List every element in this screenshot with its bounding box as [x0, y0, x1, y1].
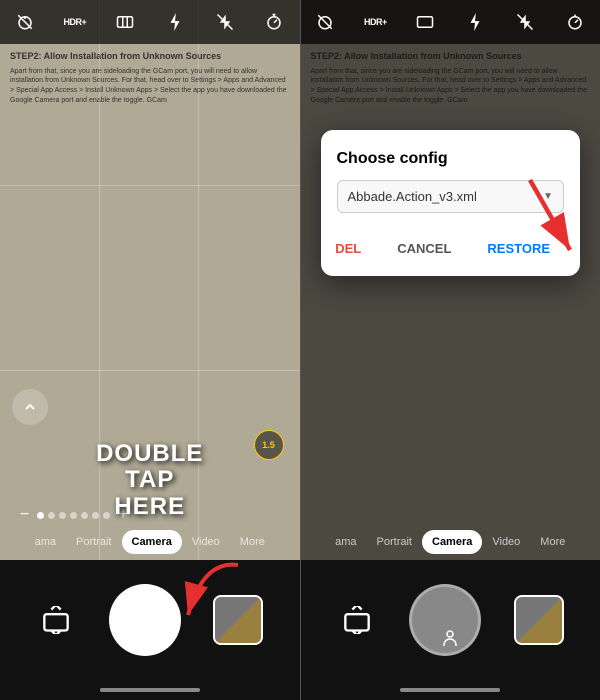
slider-dot — [37, 512, 44, 519]
paper-heading-left: STEP2: Allow Installation from Unknown S… — [10, 50, 290, 63]
tab-portrait-left[interactable]: Portrait — [66, 530, 121, 554]
shutter-button[interactable] — [109, 584, 181, 656]
tab-video-right[interactable]: Video — [482, 530, 530, 554]
slider-dot — [59, 512, 66, 519]
chevron-up-button[interactable] — [12, 389, 48, 425]
double-tap-line2: TAP — [96, 467, 203, 493]
double-tap-line1: DOUBLE — [96, 441, 203, 467]
right-camera-modes: ama Portrait Camera Video More — [301, 524, 600, 560]
panorama-icon[interactable] — [111, 8, 139, 36]
tab-panorama-right[interactable]: ama — [325, 530, 366, 554]
right-home-indicator — [400, 688, 500, 692]
double-tap-overlay: DOUBLE TAP HERE — [96, 441, 203, 520]
flip-camera-button[interactable] — [36, 600, 76, 640]
right-viewfinder: STEP2: Allow Installation from Unknown S… — [301, 0, 600, 560]
tab-portrait-right[interactable]: Portrait — [367, 530, 422, 554]
tab-panorama-left[interactable]: ama — [25, 530, 66, 554]
paper-text-left: STEP2: Allow Installation from Unknown S… — [10, 50, 290, 106]
flash-off-icon[interactable] — [211, 8, 239, 36]
flash-adjust-icon[interactable] — [161, 8, 189, 36]
slider-dot — [48, 512, 55, 519]
paper-body-left: Apart from that, since you are sideloadi… — [10, 68, 287, 104]
timer-off-icon-right[interactable] — [311, 8, 339, 36]
flash-adjust-icon-right[interactable] — [461, 8, 489, 36]
left-camera-modes: ama Portrait Camera Video More — [0, 524, 300, 560]
bottom-center-icon — [438, 626, 462, 650]
right-bottom-bar — [301, 560, 600, 700]
tab-more-right[interactable]: More — [530, 530, 575, 554]
cancel-button[interactable]: CANCEL — [383, 233, 465, 264]
flip-camera-button-right[interactable] — [337, 600, 377, 640]
dialog-selected-value: Abbade.Action_v3.xml — [348, 189, 477, 204]
right-top-toolbar: HDR+ — [301, 0, 600, 44]
hdr-plus-icon[interactable]: HDR+ — [61, 8, 89, 36]
left-home-indicator — [100, 688, 200, 692]
left-top-toolbar: HDR+ — [0, 0, 300, 44]
timer-icon[interactable] — [260, 8, 288, 36]
right-panel: STEP2: Allow Installation from Unknown S… — [301, 0, 600, 700]
thumbnail-container — [213, 595, 263, 645]
tab-camera-right[interactable]: Camera — [422, 530, 482, 554]
slider-dot — [70, 512, 77, 519]
slider-dot — [81, 512, 88, 519]
double-tap-line3: HERE — [96, 494, 203, 520]
hdr-plus-icon-right[interactable]: HDR+ — [361, 8, 389, 36]
left-bottom-controls — [0, 570, 300, 670]
gallery-thumbnail-right[interactable] — [514, 595, 564, 645]
panorama-icon-right[interactable] — [411, 8, 439, 36]
slider-minus[interactable]: − — [20, 506, 29, 524]
red-arrow-restore — [500, 175, 590, 265]
left-bottom-bar — [0, 560, 300, 700]
zoom-indicator[interactable]: 1.5 — [254, 430, 284, 460]
red-arrow-left — [173, 550, 253, 630]
left-panel: STEP2: Allow Installation from Unknown S… — [0, 0, 300, 700]
timer-icon-right[interactable] — [561, 8, 589, 36]
timer-off-icon[interactable] — [11, 8, 39, 36]
right-bottom-controls — [301, 570, 600, 670]
dialog-title: Choose config — [337, 150, 565, 168]
flash-off-icon-right[interactable] — [511, 8, 539, 36]
del-button[interactable]: DEL — [321, 233, 375, 264]
dim-overlay-right — [301, 0, 600, 560]
